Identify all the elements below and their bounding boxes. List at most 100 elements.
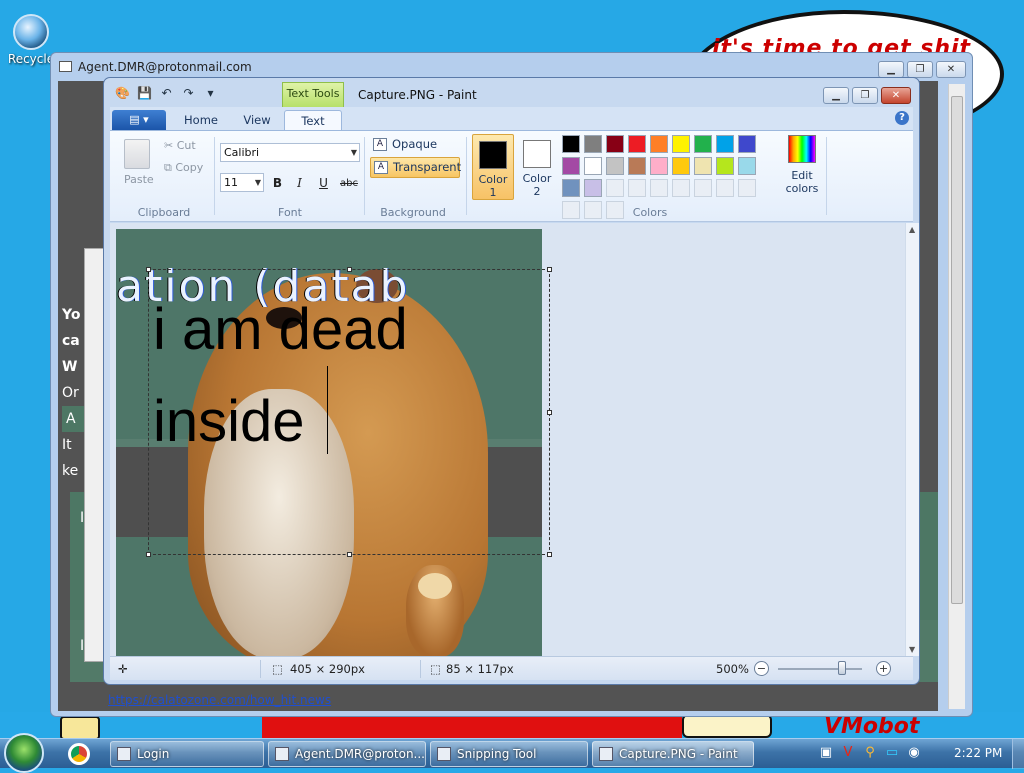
customize-qat-icon[interactable]: ▾	[202, 86, 219, 101]
resize-handle[interactable]	[347, 267, 352, 272]
palette-color-swatch[interactable]	[584, 179, 602, 197]
tab-view[interactable]: View	[230, 110, 284, 130]
resize-handle[interactable]	[347, 552, 352, 557]
canvas-scrollbar[interactable]: ▲ ▼	[905, 223, 919, 656]
color1-button[interactable]: Color 1	[472, 134, 514, 200]
tab-text[interactable]: Text	[284, 110, 342, 130]
maximize-button[interactable]: ❐	[852, 87, 878, 104]
help-icon[interactable]: ?	[895, 111, 909, 125]
taskbar-button-snipping[interactable]: Snipping Tool	[430, 741, 588, 767]
system-tray: ▣ V ⚲ ▭ ◉	[818, 745, 928, 761]
save-icon[interactable]: 💾	[136, 86, 153, 101]
palette-color-swatch[interactable]	[694, 135, 712, 153]
palette-color-swatch[interactable]	[694, 157, 712, 175]
palette-empty-swatch[interactable]	[650, 179, 668, 197]
palette-color-swatch[interactable]	[672, 157, 690, 175]
redo-icon[interactable]: ↷	[180, 86, 197, 101]
taskbar-button-paint[interactable]: Capture.PNG - Paint	[592, 741, 754, 767]
close-button[interactable]: ✕	[936, 61, 966, 78]
scroll-down-icon[interactable]: ▼	[909, 645, 915, 654]
text-box[interactable]: i am dead inside	[146, 267, 552, 557]
edit-colors-button[interactable]: Edit colors	[782, 135, 822, 195]
palette-empty-swatch[interactable]	[672, 179, 690, 197]
email-link[interactable]: https://calatozone.com/how_hit.news	[108, 693, 331, 707]
monitor-icon[interactable]: ▭	[884, 745, 900, 761]
palette-color-swatch[interactable]	[716, 135, 734, 153]
cut-button[interactable]: ✂ Cut	[164, 139, 196, 152]
palette-color-swatch[interactable]	[628, 135, 646, 153]
transparent-button[interactable]: A Transparent	[370, 157, 461, 178]
close-button[interactable]: ✕	[881, 87, 911, 104]
media-icon[interactable]: ◉	[906, 745, 922, 761]
paste-button[interactable]: Paste	[124, 173, 154, 186]
italic-button[interactable]: I	[290, 173, 309, 192]
palette-color-swatch[interactable]	[606, 135, 624, 153]
paint-window[interactable]: 🎨 💾 ↶ ↷ ▾ Text Tools Capture.PNG - Paint ▁ ❐ ✕…	[103, 77, 920, 685]
palette-color-swatch[interactable]	[584, 135, 602, 153]
snipping-tool-window-edge[interactable]	[84, 248, 104, 662]
underline-button[interactable]: U	[314, 173, 333, 192]
font-size-select[interactable]: 11 ▼	[220, 173, 264, 192]
start-button[interactable]	[4, 733, 44, 773]
color2-button[interactable]: Color 2	[516, 134, 558, 200]
opaque-button[interactable]: A Opaque	[370, 135, 456, 156]
taskbar-button-email[interactable]: Agent.DMR@proton...	[268, 741, 426, 767]
scroll-up-icon[interactable]: ▲	[909, 225, 915, 234]
undo-icon[interactable]: ↶	[158, 86, 175, 101]
tray-app-icon[interactable]: ▣	[818, 745, 834, 761]
palette-color-swatch[interactable]	[650, 135, 668, 153]
minimize-button[interactable]: ▁	[878, 61, 904, 78]
palette-color-swatch[interactable]	[584, 157, 602, 175]
maximize-button[interactable]: ❐	[907, 61, 933, 78]
scrollbar-thumb[interactable]	[951, 96, 963, 604]
zoom-in-button[interactable]: +	[876, 661, 891, 676]
palette-empty-swatch[interactable]	[606, 179, 624, 197]
clock[interactable]: 2:22 PM	[954, 746, 1002, 760]
resize-handle[interactable]	[146, 267, 151, 272]
palette-color-swatch[interactable]	[606, 157, 624, 175]
palette-empty-swatch[interactable]	[562, 201, 580, 219]
resize-handle[interactable]	[547, 552, 552, 557]
zoom-out-button[interactable]: −	[754, 661, 769, 676]
bold-button[interactable]: B	[268, 173, 287, 192]
palette-color-swatch[interactable]	[738, 135, 756, 153]
palette-color-swatch[interactable]	[672, 135, 690, 153]
palette-color-swatch[interactable]	[628, 157, 646, 175]
chevron-down-icon: ▼	[254, 178, 261, 187]
paste-icon[interactable]	[124, 139, 150, 169]
font-family-select[interactable]: Calibri ▼	[220, 143, 360, 162]
palette-color-swatch[interactable]	[716, 157, 734, 175]
resize-handle[interactable]	[146, 552, 151, 557]
zoom-slider-thumb[interactable]	[838, 661, 846, 675]
show-desktop-button[interactable]	[1012, 739, 1024, 769]
strikethrough-button[interactable]: abc	[338, 173, 360, 192]
minimize-button[interactable]: ▁	[823, 87, 849, 104]
antivirus-icon[interactable]: V	[840, 745, 856, 761]
paint-app-icon[interactable]: 🎨	[114, 86, 131, 101]
email-scrollbar[interactable]	[948, 84, 965, 709]
zoom-slider-track[interactable]	[778, 668, 862, 670]
palette-color-swatch[interactable]	[738, 157, 756, 175]
tab-home[interactable]: Home	[172, 110, 230, 130]
paint-menu-button[interactable]: ▤ ▾	[112, 110, 166, 130]
palette-empty-swatch[interactable]	[628, 179, 646, 197]
email-window-titlebar: Agent.DMR@protonmail.com	[59, 60, 252, 74]
palette-color-swatch[interactable]	[650, 157, 668, 175]
chrome-icon[interactable]	[68, 743, 90, 765]
search-icon[interactable]: ⚲	[862, 745, 878, 761]
palette-empty-swatch[interactable]	[716, 179, 734, 197]
palette-color-swatch[interactable]	[562, 157, 580, 175]
text-box-content[interactable]: i am dead inside	[153, 284, 408, 468]
copy-button[interactable]: ⧉ Copy	[164, 161, 203, 175]
palette-color-swatch[interactable]	[562, 179, 580, 197]
resize-handle[interactable]	[547, 267, 552, 272]
palette-empty-swatch[interactable]	[584, 201, 602, 219]
palette-color-swatch[interactable]	[562, 135, 580, 153]
palette-empty-swatch[interactable]	[738, 179, 756, 197]
recycle-bin[interactable]: Recycle	[6, 14, 56, 66]
color1-number: 1	[489, 186, 497, 199]
resize-handle[interactable]	[547, 410, 552, 415]
wallpaper-logo-text: VMobot	[824, 714, 920, 738]
palette-empty-swatch[interactable]	[694, 179, 712, 197]
taskbar-button-login[interactable]: Login	[110, 741, 264, 767]
